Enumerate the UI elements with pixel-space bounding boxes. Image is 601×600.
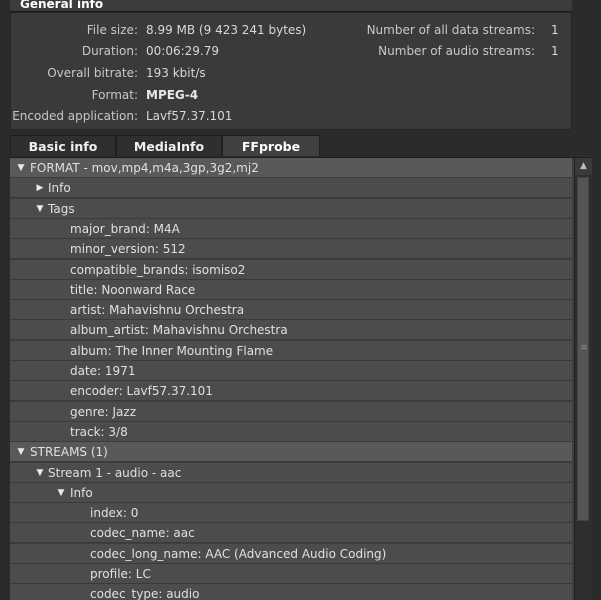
tree-row-label: artist: Mahavishnu Orchestra xyxy=(70,303,245,317)
format-row: Format: xyxy=(11,85,138,105)
tree-row-label: date: 1971 xyxy=(70,364,136,378)
tree-row-label: album: The Inner Mounting Flame xyxy=(70,344,274,358)
all-streams-row: Number of all data streams: xyxy=(11,20,535,40)
all-streams-label: Number of all data streams: xyxy=(366,23,535,37)
tree-row[interactable]: genre: Jazz xyxy=(10,402,572,422)
scrollbar-thumb[interactable]: ≡ xyxy=(577,177,589,521)
general-info-header: General info xyxy=(10,0,572,12)
tree-row-label: Stream 1 - audio - aac xyxy=(48,466,182,480)
tree-row[interactable]: album_artist: Mahavishnu Orchestra xyxy=(10,320,572,340)
tree-row[interactable]: profile: LC xyxy=(10,564,572,584)
expand-down-arrow-icon[interactable]: ▼ xyxy=(16,442,26,462)
expand-down-arrow-icon[interactable]: ▼ xyxy=(16,158,26,178)
tree-row[interactable]: compatible_brands: isomiso2 xyxy=(10,260,572,280)
general-info-panel: File size: 8.99 MB (9 423 241 bytes) Dur… xyxy=(10,12,572,130)
audio-streams-value: 1 xyxy=(551,44,559,58)
tree-row-label: FORMAT - mov,mp4,m4a,3gp,3g2,mj2 xyxy=(30,161,259,175)
tree-row[interactable]: ▼ STREAMS (1) xyxy=(10,442,572,462)
tree-row-label: codec_type: audio xyxy=(90,587,200,600)
vertical-scrollbar[interactable]: ▲ ≡ xyxy=(574,158,592,600)
tree-row[interactable]: artist: Mahavishnu Orchestra xyxy=(10,300,572,320)
tree-row-label: encoder: Lavf57.37.101 xyxy=(70,384,213,398)
tree-row-label: Tags xyxy=(48,202,75,216)
tree-row[interactable]: index: 0 xyxy=(10,503,572,523)
tree-row[interactable]: major_brand: M4A xyxy=(10,219,572,239)
all-streams-value: 1 xyxy=(551,23,559,37)
tab-mediainfo[interactable]: MediaInfo xyxy=(116,135,222,156)
tree-row[interactable]: ▼ Tags xyxy=(10,199,572,219)
tree-row-label: Info xyxy=(48,181,71,195)
tree-row-label: index: 0 xyxy=(90,506,139,520)
tree-row[interactable]: ▼ Stream 1 - audio - aac xyxy=(10,463,572,483)
tree-row-label: title: Noonward Race xyxy=(70,283,196,297)
overall-bitrate-row: Overall bitrate: xyxy=(11,63,138,83)
tree-row-label: minor_version: 512 xyxy=(70,242,186,256)
tree-row-label: profile: LC xyxy=(90,567,151,581)
scrollbar-grip-icon: ≡ xyxy=(580,343,588,353)
tree-row-label: genre: Jazz xyxy=(70,405,137,419)
overall-bitrate-label: Overall bitrate: xyxy=(47,66,138,80)
tree-row-label: track: 3/8 xyxy=(70,425,128,439)
tab-basic-info[interactable]: Basic info xyxy=(10,135,116,156)
expand-down-arrow-icon[interactable]: ▼ xyxy=(56,483,66,503)
format-value: MPEG-4 xyxy=(146,88,199,102)
tree-row-label: codec_name: aac xyxy=(90,526,195,540)
scroll-up-arrow-icon[interactable]: ▲ xyxy=(575,158,592,175)
tab-ffprobe[interactable]: FFprobe xyxy=(222,135,320,156)
expand-down-arrow-icon[interactable]: ▼ xyxy=(35,463,45,483)
tree-row[interactable]: codec_type: audio xyxy=(10,584,572,600)
format-label: Format: xyxy=(91,88,138,102)
tree-row[interactable]: minor_version: 512 xyxy=(10,239,572,259)
tree-row[interactable]: ▼ Info xyxy=(10,483,572,503)
tree-row[interactable]: date: 1971 xyxy=(10,361,572,381)
tree-row[interactable]: ▼ FORMAT - mov,mp4,m4a,3gp,3g2,mj2 xyxy=(10,158,572,178)
tree-row[interactable]: codec_long_name: AAC (Advanced Audio Cod… xyxy=(10,544,572,564)
audio-streams-label: Number of audio streams: xyxy=(378,44,535,58)
tree-row[interactable]: track: 3/8 xyxy=(10,422,572,442)
encoded-application-label: Encoded application: xyxy=(12,109,138,123)
tab-bar: Basic info MediaInfo FFprobe xyxy=(10,135,591,158)
expand-down-arrow-icon[interactable]: ▼ xyxy=(35,199,45,219)
tree-row[interactable]: encoder: Lavf57.37.101 xyxy=(10,381,572,401)
tree-row[interactable]: title: Noonward Race xyxy=(10,280,572,300)
tree-row-label: compatible_brands: isomiso2 xyxy=(70,263,246,277)
tree-row-label: Info xyxy=(70,486,93,500)
tree-row[interactable]: ▶ Info xyxy=(10,178,572,198)
audio-streams-row: Number of audio streams: xyxy=(11,41,535,61)
ffprobe-tree: ▼ FORMAT - mov,mp4,m4a,3gp,3g2,mj2 ▶ Info ▼ T… xyxy=(10,158,574,600)
tree-row[interactable]: codec_name: aac xyxy=(10,523,572,543)
encoded-application-value: Lavf57.37.101 xyxy=(146,109,233,123)
tree-row-label: codec_long_name: AAC (Advanced Audio Cod… xyxy=(90,547,387,561)
overall-bitrate-value: 193 kbit/s xyxy=(146,66,206,80)
tree-row-label: STREAMS (1) xyxy=(30,445,108,459)
tree-row-label: album_artist: Mahavishnu Orchestra xyxy=(70,323,288,337)
tree-row[interactable]: album: The Inner Mounting Flame xyxy=(10,341,572,361)
tree-row-label: major_brand: M4A xyxy=(70,222,180,236)
encoded-application-row: Encoded application: xyxy=(11,106,138,126)
collapse-right-arrow-icon[interactable]: ▶ xyxy=(35,178,45,198)
